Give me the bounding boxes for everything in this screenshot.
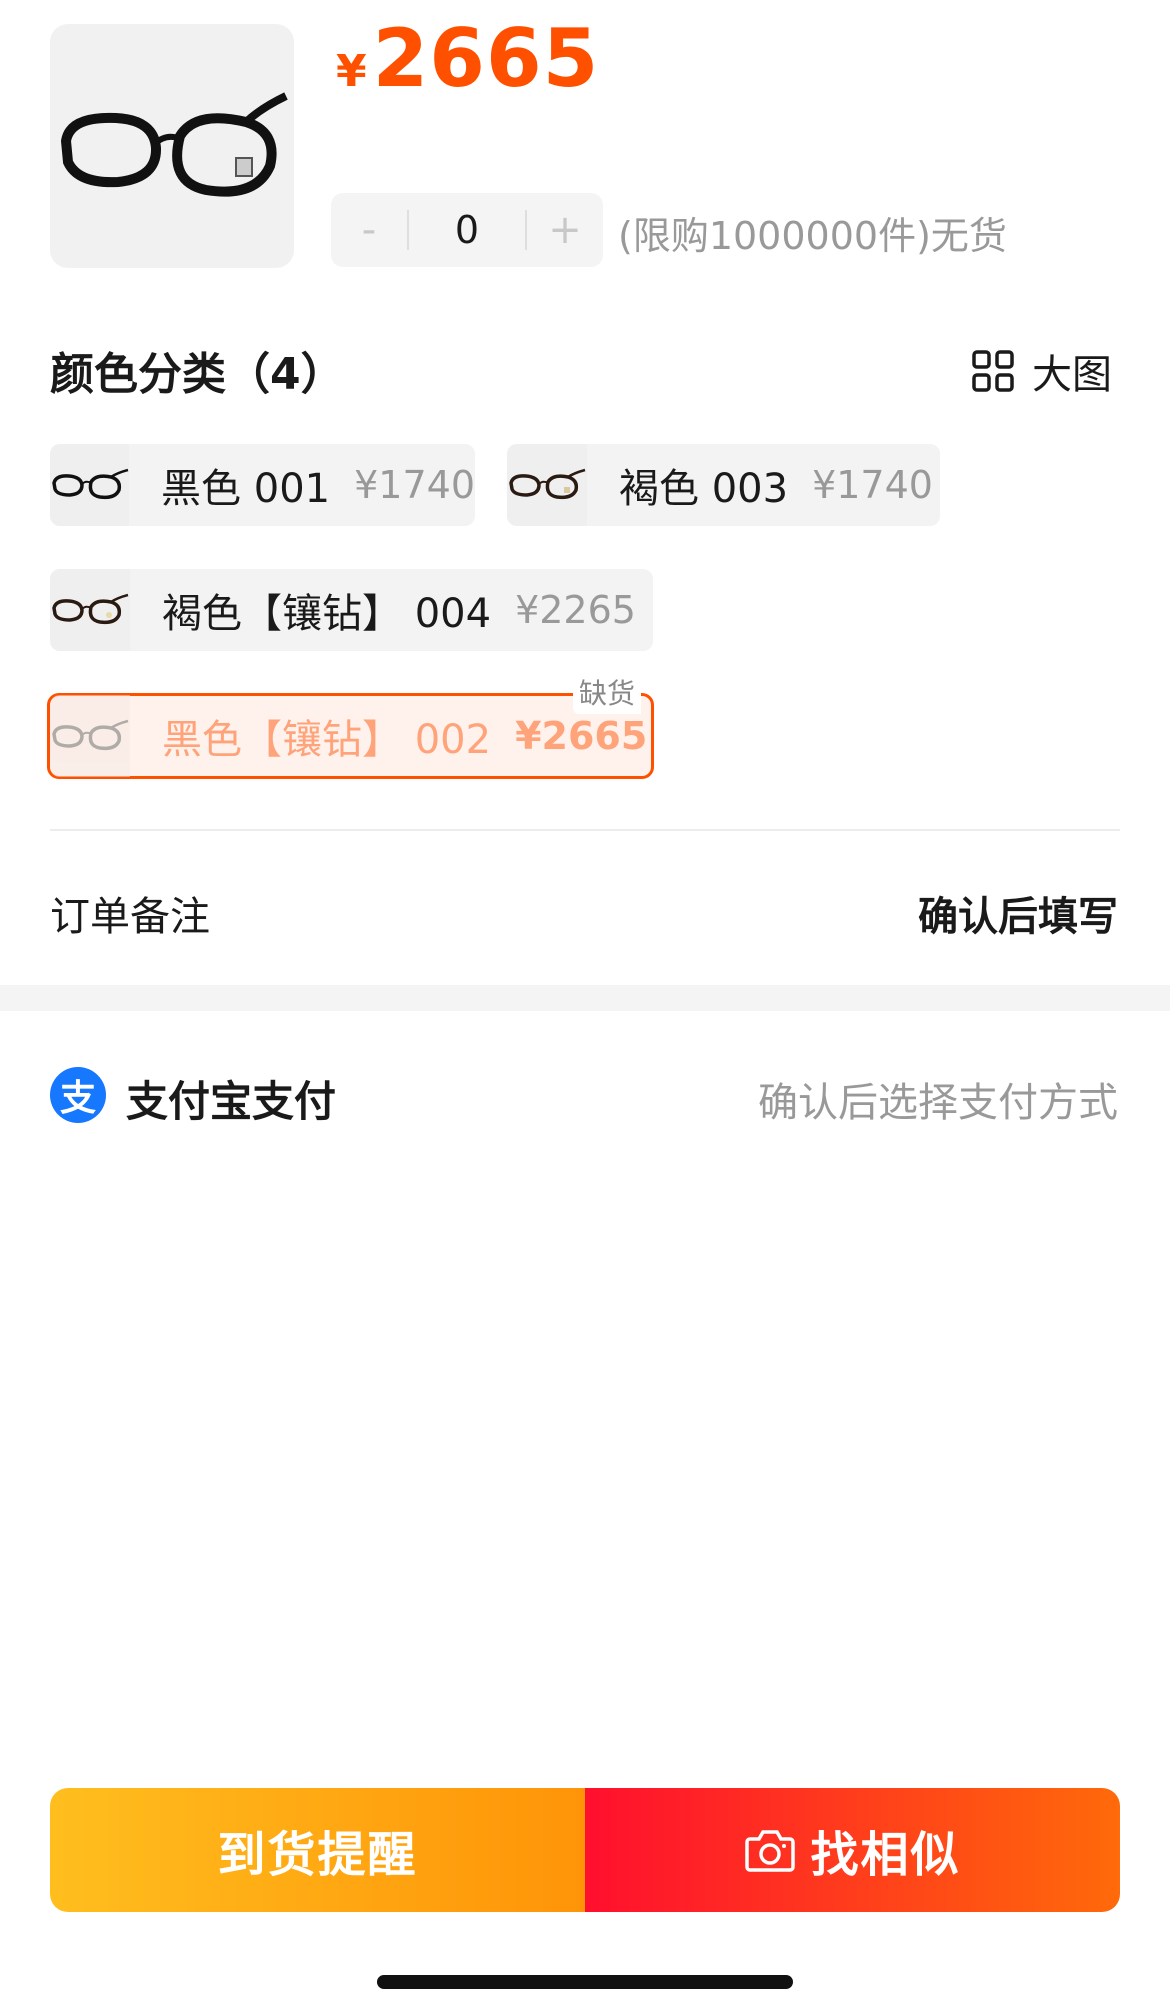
option-thumbnail: [50, 444, 130, 526]
out-of-stock-badge: 缺货: [572, 670, 641, 714]
option-thumbnail: [50, 695, 130, 777]
product-thumbnail[interactable]: [50, 24, 294, 268]
quantity-input[interactable]: 0: [409, 208, 525, 252]
increment-button[interactable]: +: [527, 193, 603, 267]
payment-method-hint[interactable]: 确认后选择支付方式: [758, 1070, 1118, 1128]
purchase-limit-text: (限购1000000件)无货: [618, 214, 1007, 258]
option-price: ¥2265: [515, 588, 636, 632]
option-price: ¥1740: [354, 463, 475, 507]
order-remark-label: 订单备注: [50, 894, 210, 940]
alipay-icon-char: 支: [59, 1078, 96, 1119]
sku-option[interactable]: 黑色 001 ¥1740: [50, 444, 475, 526]
sku-selector-sheet: ¥2665 - 0 + (限购1000000件)无货 颜色分类（4） 大图 黑色…: [0, 0, 1170, 2015]
glasses-icon: [60, 92, 288, 197]
color-section-title: 颜色分类（4）: [50, 349, 345, 400]
camera-icon: [745, 1830, 796, 1872]
quantity-stepper: - 0 +: [331, 193, 603, 267]
glasses-icon: [52, 593, 129, 625]
option-price: ¥1740: [812, 463, 933, 507]
home-indicator[interactable]: [377, 1975, 793, 1989]
alipay-icon: 支: [50, 1067, 106, 1123]
sku-option-selected[interactable]: 黑色【镶钻】 002 ¥2665 缺货: [47, 670, 654, 779]
find-similar-button[interactable]: 找相似: [585, 1788, 1120, 1912]
price-value: 2665: [372, 12, 600, 105]
arrival-notify-label: 到货提醒: [217, 1827, 418, 1883]
option-thumbnail: [50, 569, 130, 651]
option-name: 黑色【镶钻】 002: [162, 717, 492, 763]
product-price: ¥2665: [336, 12, 599, 105]
glasses-icon: [509, 468, 586, 500]
option-name: 褐色 003: [619, 466, 789, 512]
option-price: ¥2665: [515, 714, 648, 758]
option-name: 黑色 001: [161, 466, 331, 512]
option-name: 褐色【镶钻】 004: [162, 591, 492, 637]
option-thumbnail: [507, 444, 587, 526]
sku-option[interactable]: 褐色 003 ¥1740: [507, 444, 940, 526]
currency-symbol: ¥: [336, 46, 367, 97]
find-similar-label: 找相似: [810, 1827, 961, 1883]
big-view-button[interactable]: 大图: [972, 342, 1112, 400]
order-remark-value[interactable]: 确认后填写: [918, 884, 1118, 942]
arrival-notify-button[interactable]: 到货提醒: [50, 1788, 585, 1912]
glasses-icon: [52, 719, 129, 751]
big-view-label: 大图: [1032, 352, 1112, 398]
sku-option[interactable]: 褐色【镶钻】 004 ¥2265: [50, 569, 653, 651]
grid-icon: [972, 350, 1014, 392]
payment-method-label: 支付宝支付: [126, 1077, 337, 1126]
divider: [50, 829, 1120, 831]
glasses-icon: [51, 468, 128, 500]
action-bar: 到货提醒 找相似: [50, 1788, 1120, 1912]
section-separator: [0, 985, 1170, 1011]
decrement-button[interactable]: -: [331, 193, 407, 267]
